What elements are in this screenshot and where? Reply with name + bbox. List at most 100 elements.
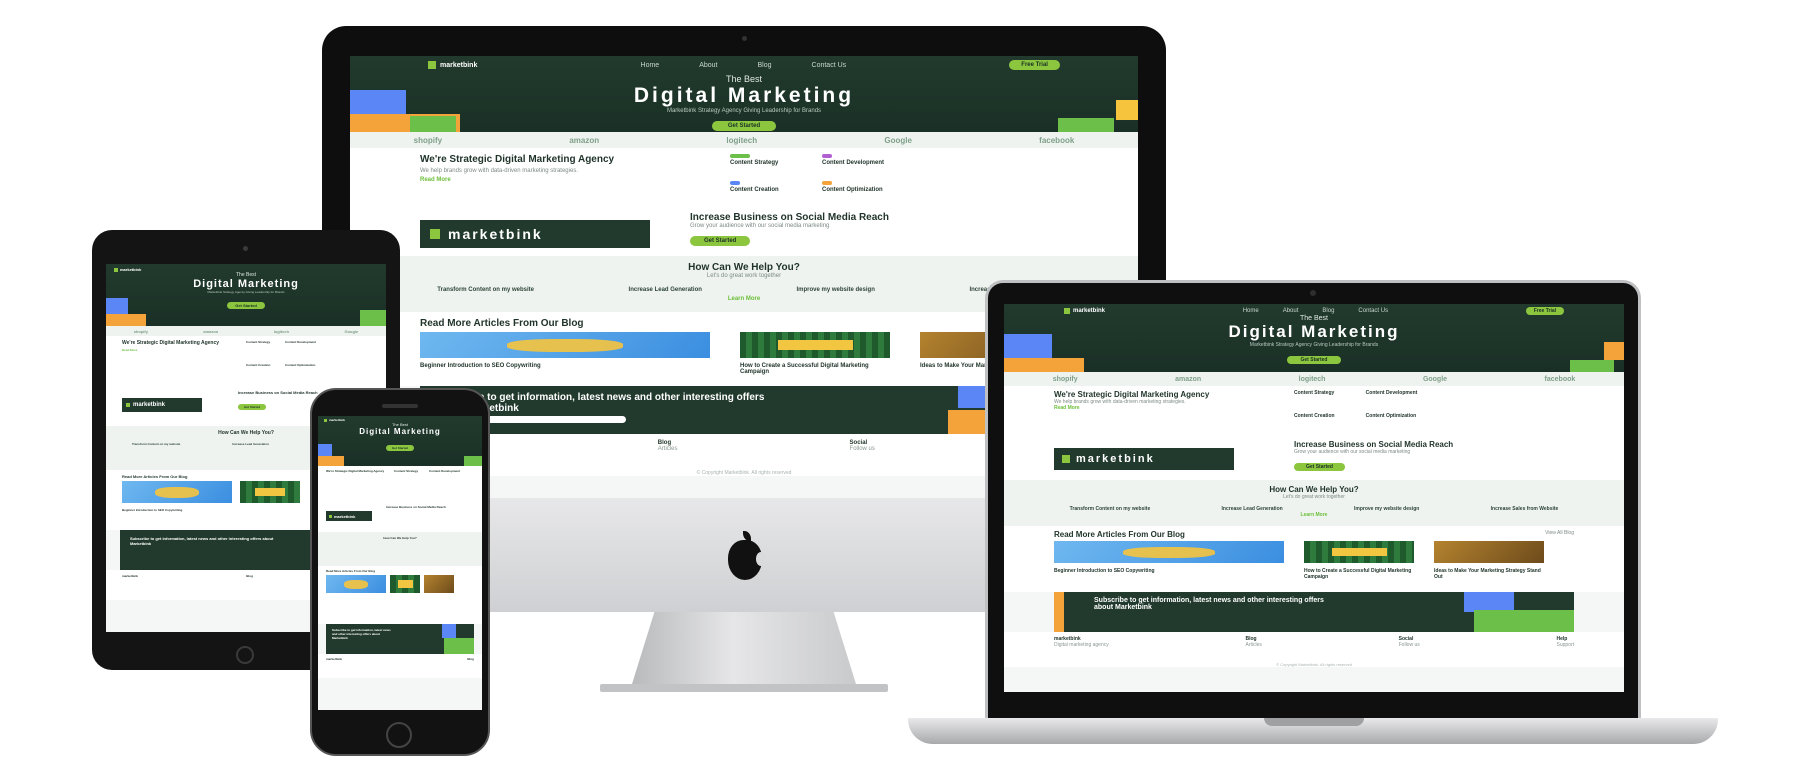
service-item: Content Creation bbox=[730, 181, 792, 202]
nav-link-contact[interactable]: Contact Us bbox=[812, 62, 847, 69]
service-icon bbox=[730, 181, 740, 185]
nav-cta-button[interactable]: Free Trial bbox=[1525, 307, 1564, 315]
hero-decor-block bbox=[1604, 342, 1624, 360]
hero-cta-button[interactable]: Get Started bbox=[227, 302, 265, 309]
help-title: How Can We Help You? bbox=[1269, 485, 1359, 494]
service-title: Content Development bbox=[822, 160, 885, 166]
nav-link-about[interactable]: About bbox=[1283, 308, 1299, 314]
social-cta-button[interactable]: Get Started bbox=[1294, 463, 1345, 471]
blog-card[interactable] bbox=[240, 481, 300, 512]
subscribe-decor-block bbox=[442, 624, 456, 638]
hero-section: marketbink The Best Digital Marketing Ge… bbox=[318, 416, 482, 466]
help-item[interactable]: Transform Content on my website bbox=[132, 442, 180, 446]
help-subtitle: Let's do great work together bbox=[706, 273, 782, 279]
about-title: We're Strategic Digital Marketing Agency bbox=[326, 469, 385, 473]
site-logo[interactable]: marketbink bbox=[324, 418, 345, 422]
social-cta-button[interactable]: Get Started bbox=[238, 404, 267, 410]
footer-column-text: Digital marketing agency bbox=[1054, 642, 1109, 648]
footer-column-title: Blog bbox=[467, 657, 474, 661]
service-title: Content Strategy bbox=[246, 340, 271, 344]
blog-card[interactable]: Ideas to Make Your Marketing Strategy St… bbox=[1434, 541, 1544, 580]
about-title: We're Strategic Digital Marketing Agency bbox=[122, 340, 220, 346]
blog-card[interactable]: How to Create a Successful Digital Marke… bbox=[1304, 541, 1414, 580]
brand-banner: marketbink bbox=[420, 220, 650, 248]
blog-thumbnail-shop[interactable] bbox=[424, 575, 454, 593]
blog-card[interactable]: Beginner Introduction to SEO Copywriting bbox=[1054, 541, 1284, 580]
blog-title: Read More Articles From Our Blog bbox=[1054, 530, 1185, 539]
partner-logo: logitech bbox=[273, 328, 290, 334]
service-title: Content Strategy bbox=[730, 160, 779, 166]
service-icon bbox=[822, 154, 833, 158]
hero-cta-button[interactable]: Get Started bbox=[1286, 356, 1342, 364]
hero-cta-button[interactable]: Get Started bbox=[385, 445, 415, 451]
help-item[interactable]: Improve my website design bbox=[797, 287, 875, 293]
service-title: Content Development bbox=[1365, 390, 1418, 396]
hero-cta-button[interactable]: Get Started bbox=[711, 121, 777, 131]
blog-post-title: How to Create a Successful Digital Marke… bbox=[1304, 568, 1412, 580]
help-learn-more-link[interactable]: Learn More bbox=[1004, 512, 1624, 518]
logo-mark-icon bbox=[329, 514, 332, 518]
service-item: Content Optimization bbox=[822, 181, 884, 202]
social-title: Increase Business on Social Media Reach bbox=[386, 505, 446, 509]
footer-column: HelpSupport bbox=[1556, 636, 1574, 658]
hero-kicker: The Best bbox=[725, 74, 763, 84]
subscribe-title: Subscribe to get information, latest new… bbox=[332, 628, 391, 640]
help-item[interactable]: Increase Sales from Website bbox=[1491, 506, 1559, 512]
service-title: Content Optimization bbox=[1365, 413, 1417, 419]
nav-link-about[interactable]: About bbox=[699, 62, 717, 69]
nav-cta-button[interactable]: Free Trial bbox=[1009, 60, 1060, 70]
blog-thumbnail-seo bbox=[420, 332, 710, 358]
blog-view-all-link[interactable]: View All Blog bbox=[1545, 530, 1574, 539]
blog-post-title: Beginner Introduction to SEO Copywriting bbox=[420, 363, 541, 369]
service-title: Content Strategy bbox=[394, 469, 419, 473]
nav-link-contact[interactable]: Contact Us bbox=[1358, 308, 1388, 314]
blog-thumbnail-seo bbox=[122, 481, 232, 503]
service-title: Content Strategy bbox=[1294, 390, 1335, 396]
blog-card[interactable]: How to Create a Successful Digital Marke… bbox=[740, 332, 890, 375]
service-title: Content Creation bbox=[730, 187, 779, 193]
about-section: We're Strategic Digital Marketing Agency… bbox=[318, 466, 482, 502]
nav-link-home[interactable]: Home bbox=[641, 62, 660, 69]
footer-column: Blog Articles bbox=[658, 440, 678, 464]
subscribe-decor-block bbox=[1464, 592, 1514, 612]
footer-column: Blog bbox=[467, 657, 474, 675]
about-read-more-link[interactable]: Read More bbox=[420, 177, 690, 183]
help-item[interactable]: Transform Content on my website bbox=[437, 287, 534, 293]
hero-kicker: The Best bbox=[1299, 315, 1328, 322]
footer-column: Social Follow us bbox=[1399, 636, 1420, 658]
blog-card[interactable]: Beginner Introduction to SEO Copywriting bbox=[420, 332, 710, 375]
blog-thumbnail-sale[interactable] bbox=[390, 575, 420, 593]
hero-title: Digital Marketing bbox=[359, 427, 441, 436]
help-item[interactable]: Increase Lead Generation bbox=[1222, 506, 1283, 512]
site-logo[interactable]: marketbink bbox=[1064, 308, 1105, 314]
blog-card[interactable]: Beginner Introduction to SEO Copywriting bbox=[122, 481, 232, 512]
iphone-screen-website: marketbink The Best Digital Marketing Ge… bbox=[318, 416, 482, 710]
subscribe-title: Subscribe to get information, latest new… bbox=[130, 536, 274, 546]
social-cta-button[interactable]: Get Started bbox=[690, 236, 751, 246]
partner-logo: shopify bbox=[413, 135, 443, 145]
footer-column: Blog Articles bbox=[1245, 636, 1261, 658]
iphone-speaker bbox=[382, 404, 418, 408]
social-section: marketbink Increase Business on Social M… bbox=[1004, 436, 1624, 480]
site-logo[interactable]: marketbink bbox=[428, 61, 477, 69]
help-item[interactable]: Improve my website design bbox=[1354, 506, 1419, 512]
device-mockup-stage: marketbink Home About Blog Contact Us Fr… bbox=[0, 0, 1800, 760]
about-read-more-link[interactable]: Read More bbox=[122, 348, 232, 352]
brand-banner: marketbink bbox=[122, 398, 202, 412]
nav-link-blog[interactable]: Blog bbox=[758, 62, 772, 69]
nav-link-home[interactable]: Home bbox=[1243, 308, 1259, 314]
footer-column: marketbinkDigital marketing agency bbox=[1054, 636, 1109, 658]
brand-banner: marketbink bbox=[326, 511, 372, 521]
site-logo[interactable]: marketbink bbox=[114, 267, 141, 272]
nav-link-blog[interactable]: Blog bbox=[1322, 308, 1334, 314]
blog-thumbnail-seo[interactable] bbox=[326, 575, 386, 593]
subscribe-section: Subscribe to get information, latest new… bbox=[1054, 592, 1574, 632]
about-read-more-link[interactable]: Read More bbox=[1054, 405, 1254, 411]
help-item[interactable]: Increase Lead Generation bbox=[629, 287, 702, 293]
blog-post-title: Ideas to Make Your Marketing Strategy St… bbox=[1434, 568, 1541, 580]
help-item[interactable]: Transform Content on my website bbox=[1070, 506, 1151, 512]
banner-logo-text: marketbink bbox=[334, 513, 356, 519]
blog-section: Read More Articles From Our Blog bbox=[318, 566, 482, 624]
help-item[interactable]: Increase Lead Generation bbox=[232, 442, 269, 446]
logo-mark-icon bbox=[430, 229, 440, 239]
